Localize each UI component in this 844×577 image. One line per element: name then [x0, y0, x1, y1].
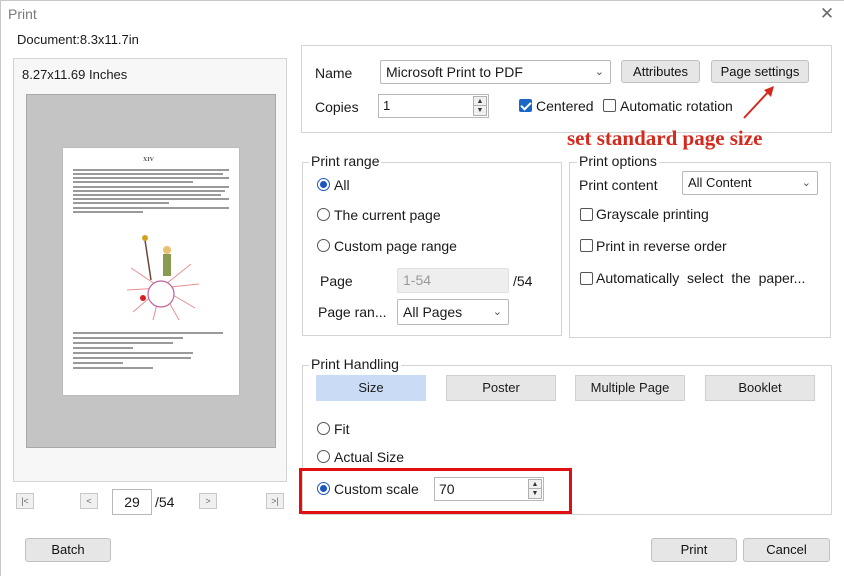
grayscale-checkbox[interactable] — [580, 208, 593, 221]
preview-size-label: 8.27x11.69 Inches — [22, 67, 128, 82]
auto-rotation-checkbox[interactable] — [603, 99, 616, 112]
centered-checkbox[interactable] — [519, 99, 532, 112]
tab-poster[interactable]: Poster — [446, 375, 556, 401]
tab-size[interactable]: Size — [316, 375, 426, 401]
chevron-down-icon: ⌄ — [594, 66, 604, 78]
prev-page-button[interactable]: < — [80, 493, 98, 509]
scale-fit-radio[interactable] — [317, 422, 330, 435]
tab-booklet[interactable]: Booklet — [705, 375, 815, 401]
annotation-text: set standard page size — [567, 126, 763, 150]
chevron-down-icon: ⌄ — [801, 177, 811, 189]
close-icon[interactable]: ✕ — [817, 4, 837, 24]
illustration-image — [126, 235, 200, 321]
total-pages-label: /54 — [155, 494, 175, 510]
reverse-order-label: Print in reverse order — [596, 238, 727, 254]
attributes-button[interactable]: Attributes — [621, 60, 700, 83]
centered-label: Centered — [536, 98, 594, 114]
auto-paper-label: Automatically select the paper... — [596, 270, 806, 286]
copies-spin-buttons[interactable]: ▲ ▼ — [473, 96, 487, 116]
page-range-value: All Pages — [403, 304, 463, 320]
chevron-down-icon: ⌄ — [492, 306, 502, 318]
scale-fit-label: Fit — [334, 421, 350, 437]
last-page-button[interactable]: >| — [266, 493, 284, 509]
page-range-input[interactable]: 1-54 — [397, 268, 509, 293]
document-size-label: Document:8.3x11.7in — [17, 32, 139, 47]
grayscale-label: Grayscale printing — [596, 206, 709, 222]
printer-name-label: Name — [315, 65, 353, 81]
tab-multiple-page[interactable]: Multiple Page — [575, 375, 685, 401]
printer-name-value: Microsoft Print to PDF — [386, 64, 523, 80]
print-button[interactable]: Print — [651, 538, 737, 562]
scale-actual-label: Actual Size — [334, 449, 405, 465]
print-content-label: Print content — [579, 177, 658, 193]
print-options-title: Print options — [577, 153, 659, 169]
page-total-label: /54 — [513, 273, 533, 289]
current-page-input[interactable]: 29 — [112, 489, 152, 515]
page-thumbnail: XIV — [63, 148, 239, 395]
page-range-select[interactable]: All Pages ⌄ — [397, 299, 509, 325]
page-settings-button[interactable]: Page settings — [711, 60, 809, 83]
window-title: Print — [8, 6, 37, 22]
print-range-title: Print range — [309, 153, 382, 169]
title-bar: Print ✕ — [1, 1, 844, 29]
batch-button[interactable]: Batch — [25, 538, 111, 562]
printer-name-select[interactable]: Microsoft Print to PDF ⌄ — [380, 60, 611, 84]
print-content-value: All Content — [688, 175, 752, 190]
range-current-label: The current page — [334, 207, 441, 223]
reverse-order-checkbox[interactable] — [580, 239, 593, 252]
print-handling-title: Print Handling — [309, 356, 401, 372]
range-all-label: All — [334, 177, 350, 193]
auto-rotation-label: Automatic rotation — [620, 98, 733, 114]
print-content-select[interactable]: All Content ⌄ — [682, 171, 818, 195]
thumb-heading: XIV — [143, 157, 155, 163]
copies-value: 1 — [383, 98, 391, 113]
page-label: Page — [320, 273, 353, 289]
range-current-radio[interactable] — [317, 208, 330, 221]
first-page-button[interactable]: |< — [16, 493, 34, 509]
highlight-box — [299, 468, 572, 514]
next-page-button[interactable]: > — [199, 493, 217, 509]
range-custom-radio[interactable] — [317, 239, 330, 252]
auto-paper-checkbox[interactable] — [580, 272, 593, 285]
range-custom-label: Custom page range — [334, 238, 457, 254]
cancel-button[interactable]: Cancel — [743, 538, 830, 562]
range-all-radio[interactable] — [317, 178, 330, 191]
copies-label: Copies — [315, 99, 359, 115]
annotation-arrow-icon — [743, 86, 774, 119]
page-range-label: Page ran... — [318, 304, 387, 320]
copies-stepper[interactable]: 1 ▲ ▼ — [378, 94, 489, 118]
scale-actual-radio[interactable] — [317, 450, 330, 463]
